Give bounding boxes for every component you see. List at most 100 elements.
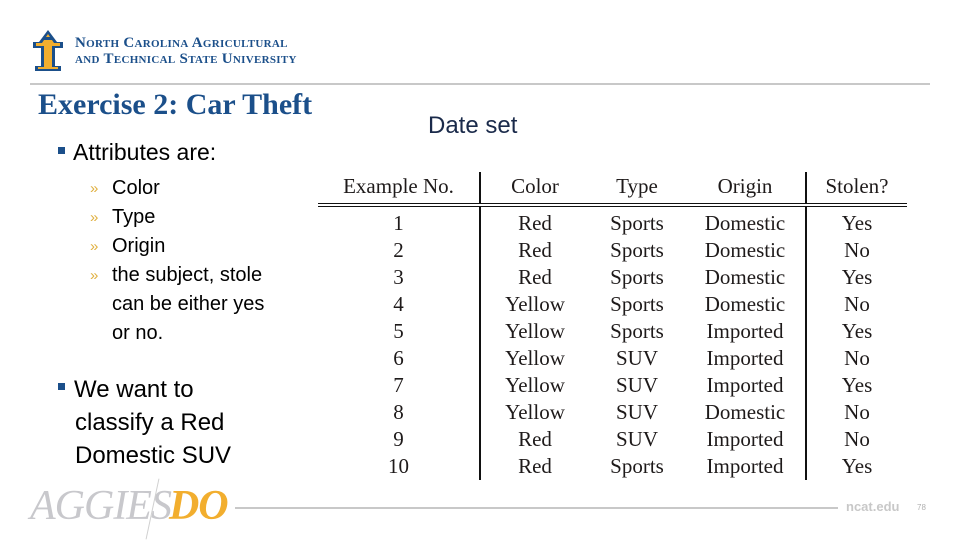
attribute-list: » Color » Type » Origin » the subject, s… [90,174,295,348]
cell-color: Red [518,211,552,235]
attribute-item-color: » Color [90,174,295,203]
cell-type: SUV [615,427,658,451]
cell-origin: Domestic [685,399,807,426]
chevron-bullet-icon: » [90,238,99,255]
cell-color: Yellow [505,319,565,343]
table-header-row: Example No. Color Type Origin Stolen? [318,172,907,207]
cell-color: Yellow [505,400,565,424]
table-row: 6 Yellow SUV Imported No [318,345,907,372]
cell-stolen: Yes [841,319,873,343]
ncat-aggie-logo-icon [33,30,63,71]
cell-color: Red [518,238,552,262]
cell-example-no: 9 [318,426,481,453]
cell-color: Yellow [505,346,565,370]
cell-stolen: Yes [841,265,873,289]
cell-type: SUV [615,373,658,397]
university-name-line2: and Technical State University [75,51,297,67]
table-row: 7 Yellow SUV Imported Yes [318,372,907,399]
attribute-text: Type [112,206,156,228]
bullet-goal: We want to classify a Red Domestic SUV [58,373,231,472]
slide-title: Exercise 2: Car Theft [38,88,313,121]
do-text: DO [168,483,229,529]
cell-origin: Imported [685,318,807,345]
cell-origin: Domestic [685,291,807,318]
dataset-label: Date set [428,112,518,139]
column-header-type: Type [589,172,685,207]
cell-type: Sports [610,454,664,478]
bullet-attributes: Attributes are: [58,136,216,169]
cell-color: Red [518,454,552,478]
attribute-text: Color [112,177,160,199]
attribute-text-line: the subject, stole [112,264,263,286]
cell-origin: Imported [685,426,807,453]
cell-example-no: 5 [318,318,481,345]
footer-divider [235,507,838,509]
cell-example-no: 4 [318,291,481,318]
goal-text-line: We want to [74,376,194,403]
square-bullet-icon [58,147,65,155]
cell-stolen: Yes [841,373,873,397]
cell-color: Red [518,265,552,289]
cell-stolen: No [844,346,870,370]
attribute-text-line: or no. [112,322,164,344]
attribute-item-subject: » the subject, stole can be either yes o… [90,261,295,348]
cell-example-no: 2 [318,237,481,264]
cell-origin: Domestic [685,205,807,237]
cell-type: SUV [615,400,658,424]
cell-type: SUV [615,346,658,370]
cell-color: Yellow [505,373,565,397]
table-row: 5 Yellow Sports Imported Yes [318,318,907,345]
attribute-text-line: can be either yes [112,293,265,315]
page-number: 78 [917,503,926,512]
university-name-line1: North Carolina Agricultural [75,35,288,51]
goal-text-line: Domestic SUV [75,442,232,469]
cell-stolen: No [844,427,870,451]
cell-color: Yellow [505,292,565,316]
chevron-bullet-icon: » [90,209,99,226]
table-row: 10 Red Sports Imported Yes [318,453,907,480]
cell-stolen: Yes [841,211,873,235]
cell-stolen: Yes [841,454,873,478]
cell-example-no: 6 [318,345,481,372]
column-header-color: Color [480,172,589,207]
cell-origin: Imported [685,345,807,372]
attribute-text: Origin [112,235,166,257]
car-theft-dataset-table: Example No. Color Type Origin Stolen? 1 R… [318,172,907,480]
cell-origin: Imported [685,453,807,480]
cell-color: Red [518,427,552,451]
goal-text-line: classify a Red [75,409,225,436]
column-header-stolen: Stolen? [806,172,907,207]
cell-type: Sports [610,292,664,316]
aggies-do-logo: AGGIESDO [30,482,229,530]
header-divider [30,83,930,85]
cell-origin: Domestic [685,237,807,264]
table-row: 1 Red Sports Domestic Yes [318,205,907,237]
column-header-example-no: Example No. [318,172,481,207]
cell-example-no: 7 [318,372,481,399]
chevron-bullet-icon: » [90,180,99,197]
cell-stolen: No [844,238,870,262]
table-row: 8 Yellow SUV Domestic No [318,399,907,426]
chevron-bullet-icon: » [90,267,99,284]
column-header-origin: Origin [685,172,807,207]
cell-type: Sports [610,265,664,289]
cell-stolen: No [844,400,870,424]
cell-origin: Domestic [685,264,807,291]
footer-url: ncat.edu [846,499,900,514]
table-row: 3 Red Sports Domestic Yes [318,264,907,291]
bullet-text: Attributes are: [73,139,217,165]
attribute-item-origin: » Origin [90,232,295,261]
cell-type: Sports [610,238,664,262]
cell-example-no: 3 [318,264,481,291]
square-bullet-icon [58,383,65,391]
cell-type: Sports [610,319,664,343]
cell-origin: Imported [685,372,807,399]
university-name: North Carolina Agricultural and Technica… [75,35,297,67]
table-row: 2 Red Sports Domestic No [318,237,907,264]
table-row: 4 Yellow Sports Domestic No [318,291,907,318]
attribute-item-type: » Type [90,203,295,232]
cell-example-no: 10 [318,453,481,480]
cell-example-no: 8 [318,399,481,426]
cell-example-no: 1 [318,205,481,237]
table-row: 9 Red SUV Imported No [318,426,907,453]
